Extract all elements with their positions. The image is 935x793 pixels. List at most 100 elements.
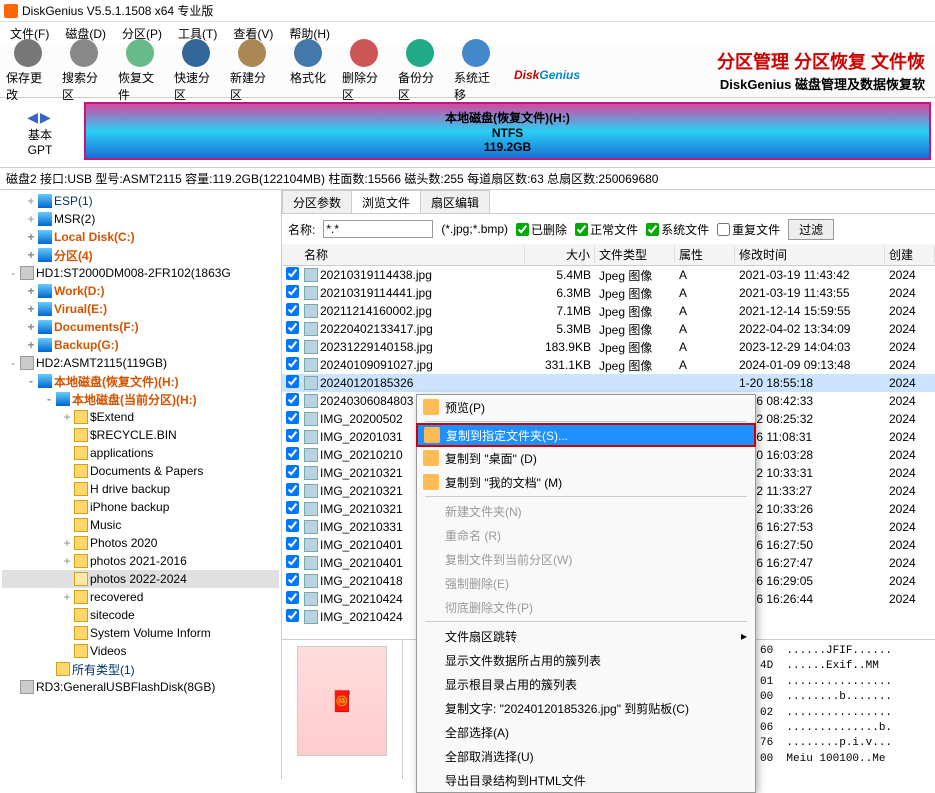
tab[interactable]: 浏览文件 <box>351 190 421 213</box>
col-name[interactable]: 名称 <box>300 246 525 263</box>
row-checkbox[interactable] <box>286 267 299 280</box>
col-ctime[interactable]: 创建 <box>885 246 935 263</box>
toolbar-button[interactable]: 搜索分区 <box>56 37 112 105</box>
col-size[interactable]: 大小 <box>525 246 595 263</box>
toolbar-button[interactable]: 恢复文件 <box>112 37 168 105</box>
expand-icon[interactable]: + <box>24 320 38 334</box>
tree-item[interactable]: -本地磁盘(当前分区)(H:) <box>2 390 279 408</box>
cb-repeat[interactable]: 重复文件 <box>717 221 780 238</box>
expand-icon[interactable]: - <box>24 374 38 388</box>
tree-item[interactable]: +Documents(F:) <box>2 318 279 336</box>
row-checkbox[interactable] <box>286 591 299 604</box>
row-checkbox[interactable] <box>286 519 299 532</box>
file-row[interactable]: 202401201853261-20 18:55:182024 <box>282 374 935 392</box>
tree-item[interactable]: +ESP(1) <box>2 192 279 210</box>
tab[interactable]: 扇区编辑 <box>420 190 490 213</box>
expand-icon[interactable]: + <box>60 590 74 604</box>
expand-icon[interactable]: - <box>6 356 20 370</box>
tree-item[interactable]: Documents & Papers <box>2 462 279 480</box>
tree-item[interactable]: -HD1:ST2000DM008-2FR102(1863G <box>2 264 279 282</box>
row-checkbox[interactable] <box>286 465 299 478</box>
expand-icon[interactable]: - <box>42 392 56 406</box>
expand-icon[interactable]: + <box>24 302 38 316</box>
tree-item[interactable]: +Virual(E:) <box>2 300 279 318</box>
context-menu-item[interactable]: 显示文件数据所占用的簇列表 <box>417 648 755 672</box>
context-menu-item[interactable]: 预览(P) <box>417 395 755 419</box>
toolbar-button[interactable]: 快速分区 <box>168 37 224 105</box>
context-menu[interactable]: 预览(P) 复制到指定文件夹(S)...复制到 "桌面" (D)复制到 "我的文档… <box>416 394 756 793</box>
expand-icon[interactable]: + <box>24 338 38 352</box>
expand-icon[interactable]: + <box>24 284 38 298</box>
ascii-view[interactable]: 60 ......JFIF...... 4D ......Exif..MM 01… <box>755 640 935 779</box>
row-checkbox[interactable] <box>286 285 299 298</box>
file-row[interactable]: 20240109091027.jpg331.1KBJpeg 图像A2024-01… <box>282 356 935 374</box>
row-checkbox[interactable] <box>286 357 299 370</box>
expand-icon[interactable]: + <box>60 554 74 568</box>
tab[interactable]: 分区参数 <box>282 190 352 213</box>
row-checkbox[interactable] <box>286 447 299 460</box>
tree-item[interactable]: +$Extend <box>2 408 279 426</box>
tree-item[interactable]: -HD2:ASMT2115(119GB) <box>2 354 279 372</box>
tree-item[interactable]: $RECYCLE.BIN <box>2 426 279 444</box>
context-menu-item[interactable]: 全部取消选择(U) <box>417 744 755 768</box>
context-menu-item[interactable]: 复制到 "我的文档" (M) <box>417 470 755 494</box>
col-mtime[interactable]: 修改时间 <box>735 246 885 263</box>
tree-item[interactable]: RD3:GeneralUSBFlashDisk(8GB) <box>2 678 279 696</box>
expand-icon[interactable]: + <box>24 248 38 262</box>
expand-icon[interactable]: + <box>60 536 74 550</box>
context-menu-item[interactable]: 导出目录结构到HTML文件 <box>417 768 755 792</box>
row-checkbox[interactable] <box>286 375 299 388</box>
toolbar-button[interactable]: 新建分区 <box>224 37 280 105</box>
cb-deleted[interactable]: 已删除 <box>516 221 567 238</box>
expand-icon[interactable]: + <box>24 212 38 226</box>
row-checkbox[interactable] <box>286 609 299 622</box>
row-checkbox[interactable] <box>286 393 299 406</box>
row-checkbox[interactable] <box>286 303 299 316</box>
tree-item[interactable]: applications <box>2 444 279 462</box>
file-row[interactable]: 20210319114438.jpg5.4MBJpeg 图像A2021-03-1… <box>282 266 935 284</box>
tree-item[interactable]: sitecode <box>2 606 279 624</box>
tree-item[interactable]: +Backup(G:) <box>2 336 279 354</box>
expand-icon[interactable]: - <box>6 266 20 280</box>
tree-item[interactable]: H drive backup <box>2 480 279 498</box>
file-row[interactable]: 20220402133417.jpg5.3MBJpeg 图像A2022-04-0… <box>282 320 935 338</box>
file-row[interactable]: 20211214160002.jpg7.1MBJpeg 图像A2021-12-1… <box>282 302 935 320</box>
tree-item[interactable]: Videos <box>2 642 279 660</box>
context-menu-item[interactable]: 复制文字: "20240120185326.jpg" 到剪贴板(C) <box>417 696 755 720</box>
toolbar-button[interactable]: 保存更改 <box>0 37 56 105</box>
cb-normal[interactable]: 正常文件 <box>575 221 638 238</box>
partition-box[interactable]: 本地磁盘(恢复文件)(H:) NTFS 119.2GB <box>84 102 931 160</box>
row-checkbox[interactable] <box>286 411 299 424</box>
row-checkbox[interactable] <box>286 537 299 550</box>
file-row[interactable]: 20210319114441.jpg6.3MBJpeg 图像A2021-03-1… <box>282 284 935 302</box>
context-menu-item[interactable]: 文件扇区跳转▸ <box>417 624 755 648</box>
file-row[interactable]: 20231229140158.jpg183.9KBJpeg 图像A2023-12… <box>282 338 935 356</box>
row-checkbox[interactable] <box>286 573 299 586</box>
col-attr[interactable]: 属性 <box>675 246 735 263</box>
tree-item[interactable]: Music <box>2 516 279 534</box>
context-menu-item[interactable]: 显示根目录占用的簇列表 <box>417 672 755 696</box>
tree-item[interactable]: +Work(D:) <box>2 282 279 300</box>
row-checkbox[interactable] <box>286 501 299 514</box>
disk-tree[interactable]: +ESP(1)+MSR(2)+Local Disk(C:)+分区(4)-HD1:… <box>0 190 282 779</box>
tree-item[interactable]: +photos 2021-2016 <box>2 552 279 570</box>
tree-item[interactable]: photos 2022-2024 <box>2 570 279 588</box>
row-checkbox[interactable] <box>286 429 299 442</box>
context-menu-item[interactable]: 复制到 "桌面" (D) <box>417 446 755 470</box>
context-menu-item[interactable]: 复制到指定文件夹(S)... <box>416 423 756 447</box>
expand-icon[interactable]: + <box>24 230 38 244</box>
row-checkbox[interactable] <box>286 339 299 352</box>
cb-system[interactable]: 系统文件 <box>646 221 709 238</box>
filter-button[interactable]: 过滤 <box>788 219 834 240</box>
row-checkbox[interactable] <box>286 555 299 568</box>
expand-icon[interactable]: + <box>60 410 74 424</box>
tree-item[interactable]: +Photos 2020 <box>2 534 279 552</box>
name-filter-input[interactable] <box>323 220 433 238</box>
toolbar-button[interactable]: 系统迁移 <box>448 37 504 105</box>
row-checkbox[interactable] <box>286 321 299 334</box>
tree-item[interactable]: +Local Disk(C:) <box>2 228 279 246</box>
tree-item[interactable]: +MSR(2) <box>2 210 279 228</box>
tree-item[interactable]: +recovered <box>2 588 279 606</box>
tree-item[interactable]: System Volume Inform <box>2 624 279 642</box>
row-checkbox[interactable] <box>286 483 299 496</box>
